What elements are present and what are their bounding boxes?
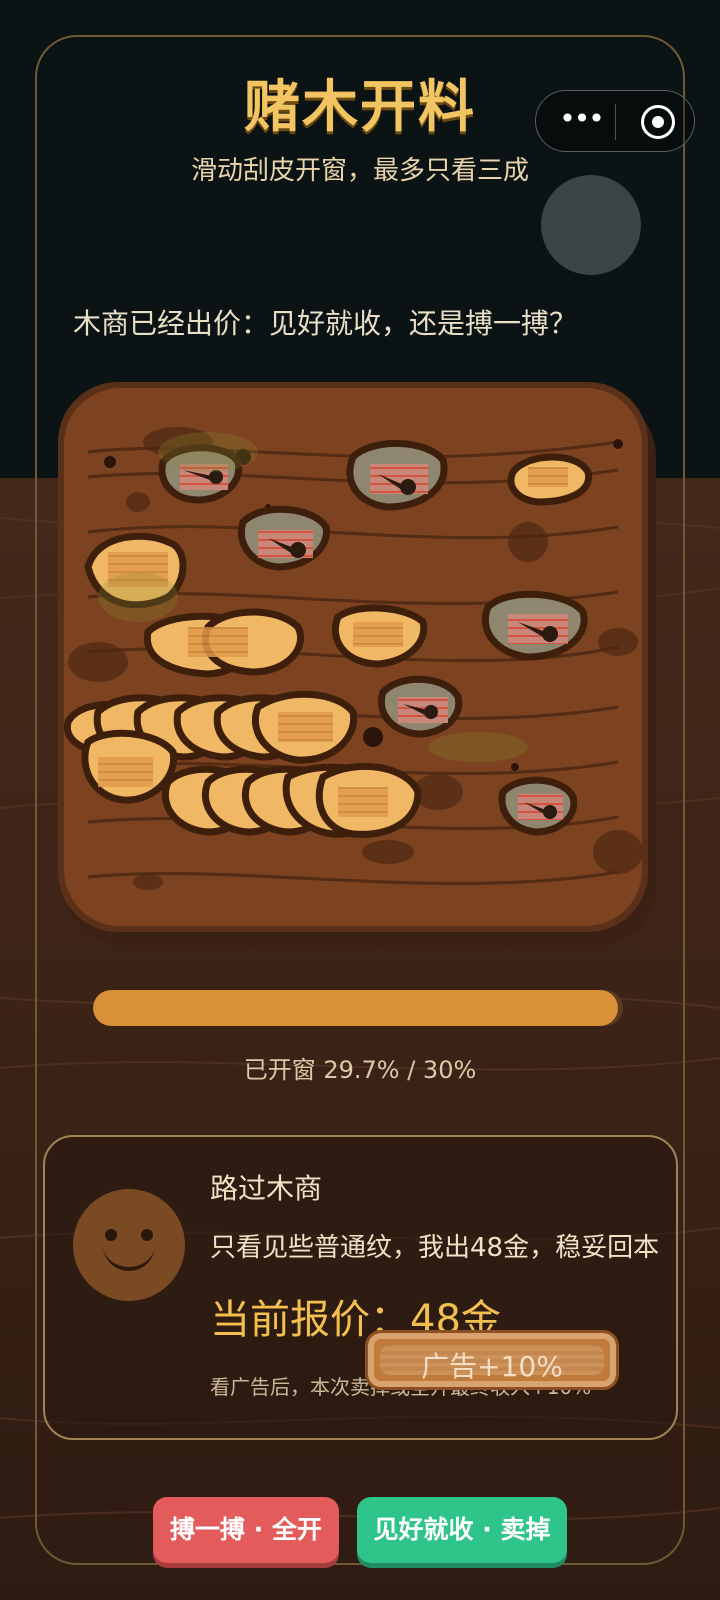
reveal-progress-fill bbox=[93, 990, 618, 1026]
smiley-face-icon bbox=[73, 1189, 185, 1301]
avatar-eye bbox=[141, 1229, 153, 1241]
merchant-card: 路过木商 只看见些普通纹，我出48金，稳妥回本 当前报价：48金 看广告后，本次… bbox=[43, 1135, 678, 1440]
wood-block[interactable] bbox=[58, 382, 660, 950]
reveal-progress-bar bbox=[93, 990, 623, 1026]
merchant-name: 路过木商 bbox=[210, 1172, 323, 1205]
merchant-speech: 只看见些普通纹，我出48金，稳妥回本 bbox=[210, 1233, 660, 1263]
more-dots-icon[interactable]: ••• bbox=[556, 101, 606, 141]
page-subtitle: 滑动刮皮开窗，最多只看三成 bbox=[190, 156, 529, 186]
capsule-divider bbox=[615, 104, 616, 140]
watch-ad-button[interactable]: 广告+10% bbox=[365, 1330, 619, 1390]
reveal-progress-label: 已开窗 29.7% / 30% bbox=[243, 1056, 477, 1084]
offer-prompt: 木商已经出价：见好就收，还是搏一搏？ bbox=[73, 307, 578, 340]
sell-button[interactable]: 见好就收 · 卖掉 bbox=[357, 1497, 567, 1563]
target-circle-icon[interactable] bbox=[641, 105, 675, 139]
avatar-eye bbox=[105, 1229, 117, 1241]
decorative-circle bbox=[541, 175, 641, 275]
gamble-open-all-button[interactable]: 搏一搏 · 全开 bbox=[153, 1497, 339, 1563]
avatar-mouth bbox=[103, 1241, 155, 1271]
miniprogram-capsule: ••• bbox=[535, 90, 695, 152]
watch-ad-label: 广告+10% bbox=[421, 1350, 563, 1383]
